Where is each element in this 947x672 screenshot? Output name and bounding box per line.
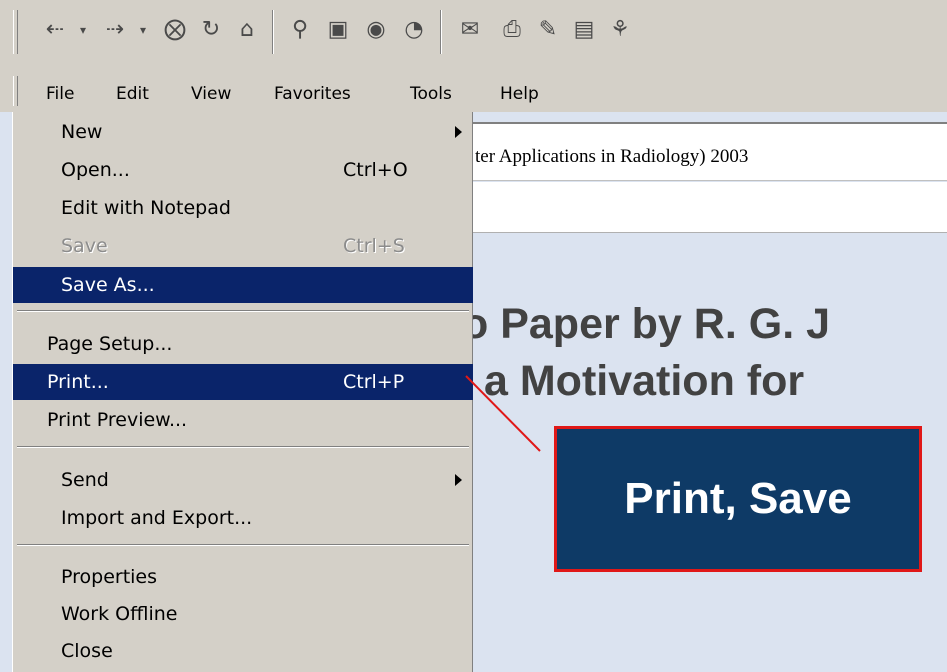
callout-text: Print, Save bbox=[624, 474, 852, 523]
callout-box: Print, Save bbox=[554, 426, 922, 572]
